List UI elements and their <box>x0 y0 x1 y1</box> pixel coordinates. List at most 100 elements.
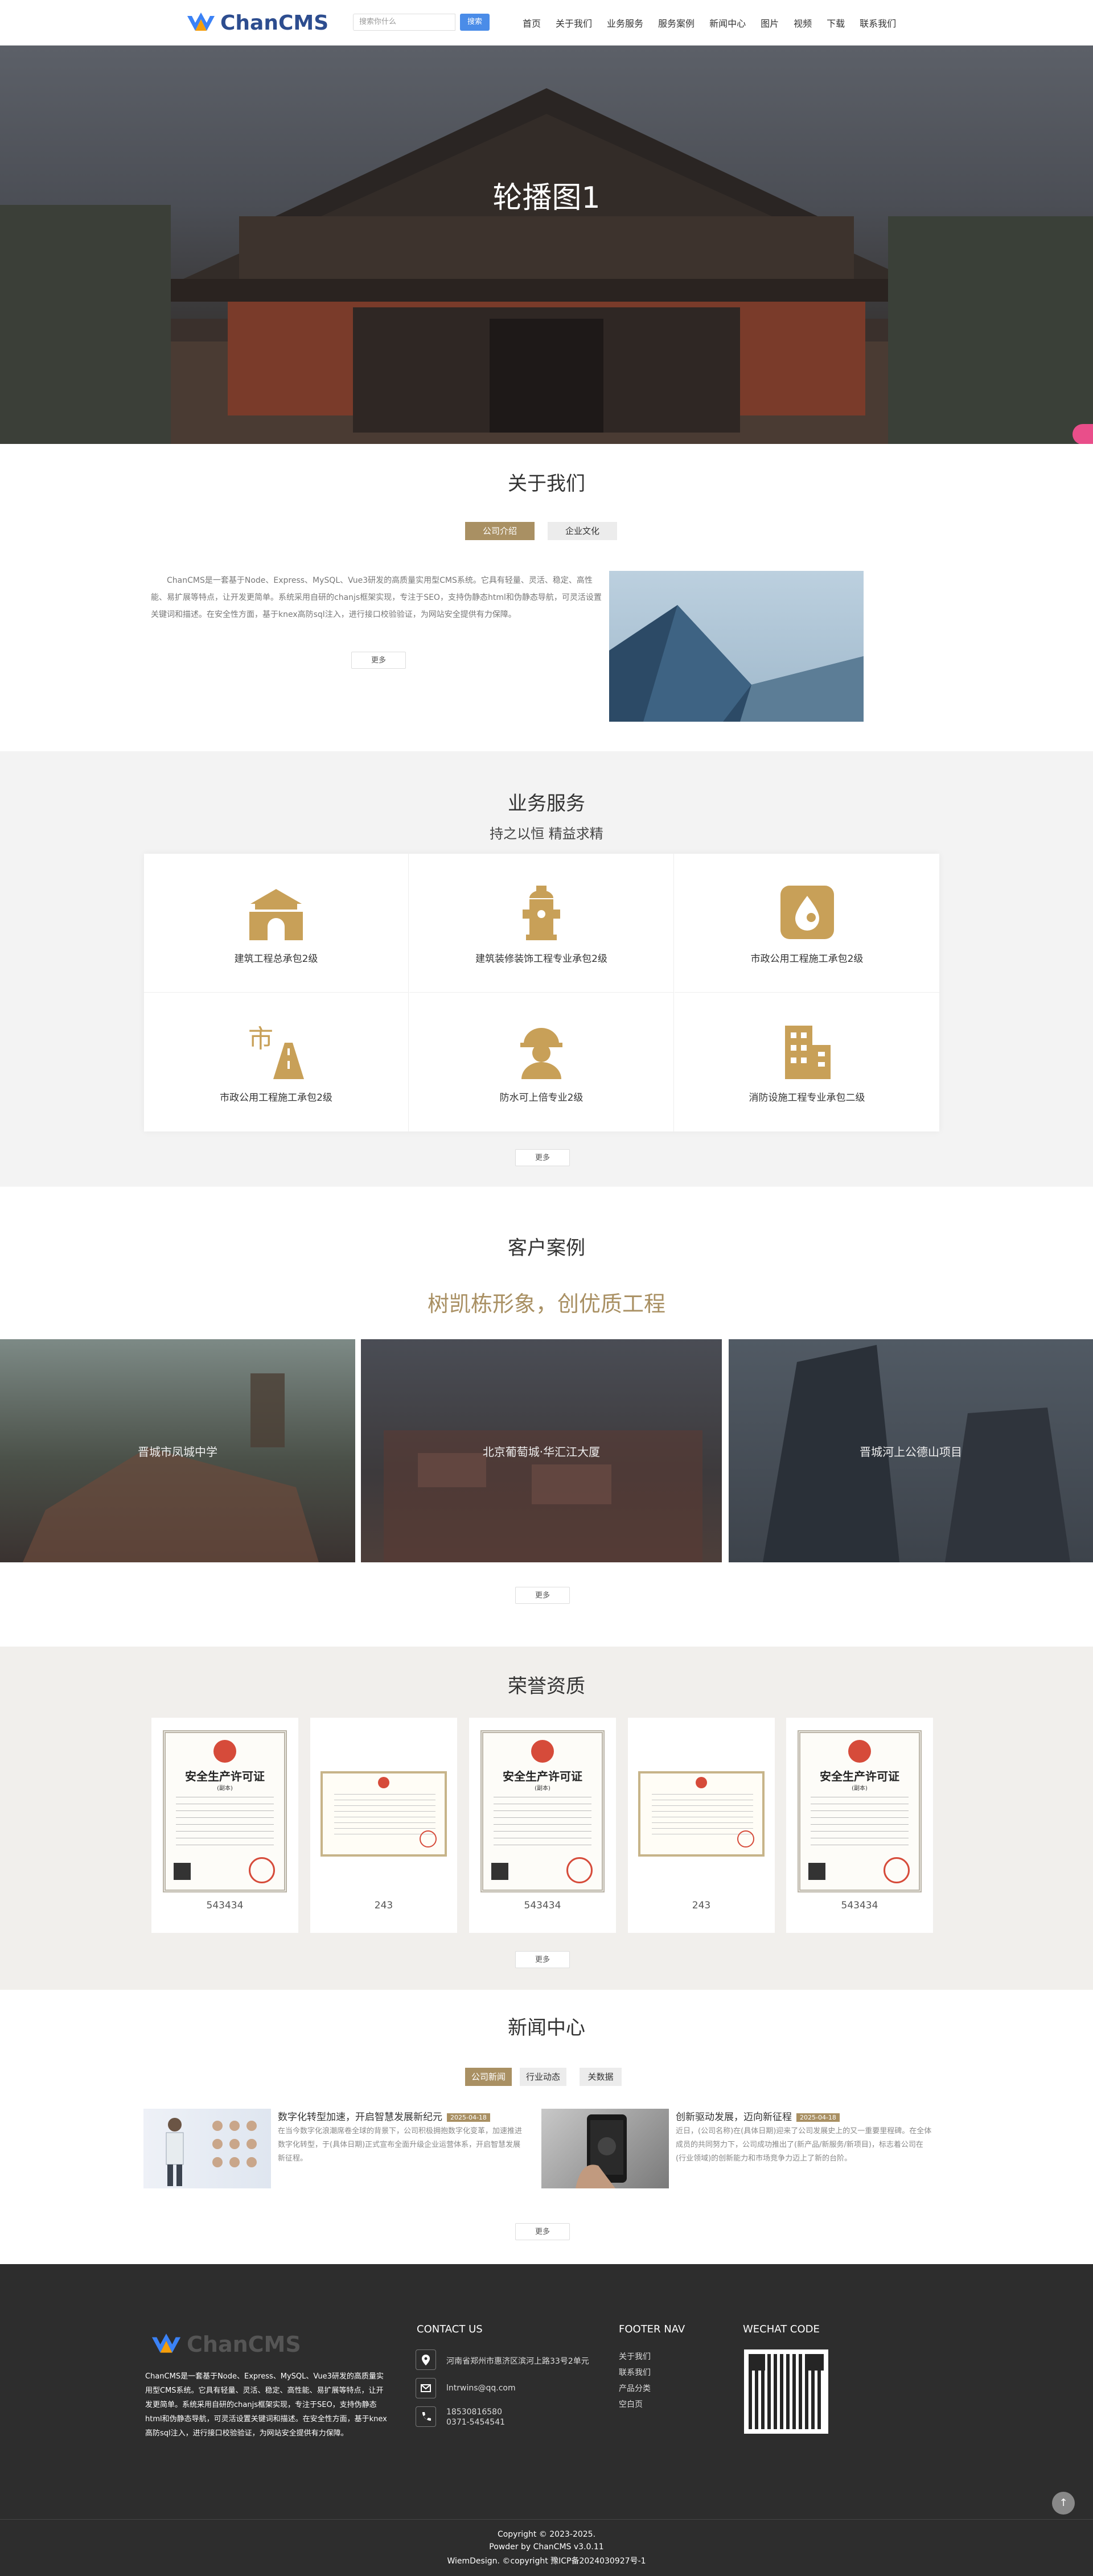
news-headline-text: 创新驱动发展，迈向新征程 <box>676 2112 792 2123</box>
service-card[interactable]: 防水可上倍专业2级 <box>409 993 674 1131</box>
nav-item-news[interactable]: 新闻中心 <box>709 16 746 30</box>
certificate-lines <box>652 1794 753 1840</box>
certificate-label: 543434 <box>841 1900 878 1911</box>
service-card[interactable]: 建筑工程总承包2级 <box>144 854 409 993</box>
news-more-button[interactable]: 更多 <box>515 2223 570 2240</box>
case-label: 晋城河上公德山项目 <box>860 1445 962 1459</box>
news-headline[interactable]: 数字化转型加速，开启智慧发展新纪元 2025-04-18 <box>278 2109 490 2123</box>
service-card[interactable]: 市政公用工程施工承包2级 <box>675 854 939 993</box>
certificate-label: 243 <box>374 1900 393 1911</box>
nav-item-images[interactable]: 图片 <box>761 16 779 30</box>
search-button[interactable]: 搜索 <box>460 14 490 31</box>
service-card[interactable]: 消防设施工程专业承包二级 <box>675 993 939 1131</box>
certificate-card[interactable]: 243 <box>628 1718 775 1933</box>
nav-item-home[interactable]: 首页 <box>523 16 541 30</box>
carousel-indicator-icon[interactable] <box>1073 424 1093 444</box>
case-label: 晋城市凤城中学 <box>138 1445 217 1459</box>
road-icon: 市 <box>248 1024 304 1079</box>
case-card[interactable]: 晋城市凤城中学 <box>0 1339 355 1562</box>
cases-more-button[interactable]: 更多 <box>515 1587 570 1604</box>
certificate-label: 543434 <box>206 1900 244 1911</box>
certificate-image <box>320 1771 447 1857</box>
footer-nav-blank[interactable]: 空白页 <box>619 2398 643 2410</box>
footer-logo[interactable]: ChanCMS <box>149 2331 301 2357</box>
nav-item-downloads[interactable]: 下载 <box>827 16 845 30</box>
certificate-lines <box>811 1797 909 1848</box>
tab-company-news[interactable]: 公司新闻 <box>465 2068 512 2086</box>
search-input[interactable]: 搜索你什么 <box>353 14 455 31</box>
site-footer: ChanCMS ChanCMS是一套基于Node、Express、MySQL、V… <box>0 2264 1093 2576</box>
news-summary: 近日，(公司名称)在(具体日期)迎来了公司发展史上的又一重要里程碑。在全体成员的… <box>676 2127 932 2163</box>
service-label: 防水可上倍专业2级 <box>499 1092 584 1104</box>
certificate-card[interactable]: 安全生产许可证 (副本) 543434 <box>786 1718 933 1933</box>
nav-item-contact[interactable]: 联系我们 <box>860 16 896 30</box>
honors-title: 荣誉资质 <box>508 1675 585 1698</box>
services-more-button[interactable]: 更多 <box>515 1149 570 1166</box>
footer-nav-about[interactable]: 关于我们 <box>619 2351 651 2362</box>
news-headline-text: 数字化转型加速，开启智慧发展新纪元 <box>278 2112 442 2123</box>
temple-photo <box>0 88 1093 444</box>
certificate-card[interactable]: 安全生产许可证 (副本) 543434 <box>151 1718 298 1933</box>
cases-title: 客户案例 <box>508 1237 585 1260</box>
tab-company-intro[interactable]: 公司介绍 <box>465 522 535 540</box>
carousel-slide-title: 轮播图1 <box>492 181 601 215</box>
certificate-card[interactable]: 243 <box>310 1718 457 1933</box>
about-building-image <box>609 571 864 722</box>
certificate-heading: 安全生产许可证 <box>185 1770 265 1783</box>
case-label: 北京葡萄城·华汇江大厦 <box>482 1445 601 1459</box>
footer-phone-1: 18530816580 <box>446 2408 502 2417</box>
footer-nav-contact[interactable]: 联系我们 <box>619 2367 651 2378</box>
news-item[interactable]: 创新驱动发展，迈向新征程 2025-04-18 近日，(公司名称)在(具体日期)迎… <box>541 2109 940 2188</box>
logo-icon <box>187 13 215 31</box>
footer-address: 河南省郑州市惠济区滨河上路33号2单元 <box>446 2357 589 2366</box>
tab-data-news[interactable]: 关数据 <box>580 2068 622 2086</box>
emblem-icon <box>213 1740 236 1763</box>
news-headline[interactable]: 创新驱动发展，迈向新征程 2025-04-18 <box>676 2109 840 2123</box>
certificate-card[interactable]: 安全生产许可证 (副本) 543434 <box>469 1718 616 1933</box>
buildings-icon <box>784 1026 831 1079</box>
honors-more-button[interactable]: 更多 <box>515 1951 570 1968</box>
footer-email[interactable]: lntrwins@qq.com <box>446 2384 516 2393</box>
service-label: 消防设施工程专业承包二级 <box>749 1092 865 1104</box>
case-card[interactable]: 晋城河上公德山项目 <box>729 1339 1093 1562</box>
cases-slogan: 树凯栋形象，创优质工程 <box>427 1291 665 1316</box>
nav-item-about[interactable]: 关于我们 <box>556 16 592 30</box>
certificate-lines <box>494 1797 591 1848</box>
certificate-label: 243 <box>692 1900 711 1911</box>
footer-contact-title: CONTACT US <box>417 2323 483 2335</box>
service-card[interactable]: 市 市政公用工程施工承包2级 <box>144 993 409 1131</box>
back-to-top-icon[interactable]: ↑ <box>1052 2492 1075 2515</box>
hydrant-icon <box>523 886 560 940</box>
service-label: 市政公用工程施工承包2级 <box>750 953 864 965</box>
certificate-image: 安全生产许可证 (副本) <box>798 1730 922 1892</box>
svg-text:市: 市 <box>248 1024 273 1054</box>
service-label: 建筑工程总承包2级 <box>234 953 318 965</box>
site-logo[interactable]: ChanCMS <box>185 9 328 36</box>
search-placeholder: 搜索你什么 <box>359 18 397 26</box>
case-card[interactable]: 北京葡萄城·华汇江大厦 <box>361 1339 722 1562</box>
certificate-sub: (副本) <box>535 1785 550 1792</box>
about-text: ChanCMS是一套基于Node、Express、MySQL、Vue3研发的高质… <box>151 576 602 619</box>
service-card[interactable]: 建筑装修装饰工程专业承包2级 <box>409 854 674 993</box>
nav-item-videos[interactable]: 视频 <box>794 16 812 30</box>
certificate-lines <box>176 1797 274 1848</box>
footer-divider <box>0 2519 1093 2520</box>
tab-company-culture[interactable]: 企业文化 <box>548 522 617 540</box>
news-item[interactable]: 数字化转型加速，开启智慧发展新纪元 2025-04-18 在当今数字化浪潮席卷全球… <box>143 2109 525 2188</box>
wechat-qr-code <box>744 2349 828 2434</box>
service-label: 市政公用工程施工承包2级 <box>220 1092 332 1104</box>
footer-nav-products[interactable]: 产品分类 <box>619 2382 651 2394</box>
copyright-line-3[interactable]: WiemDesign. ©copyright 豫ICP备2024030927号-… <box>0 2555 1093 2566</box>
site-header: ChanCMS 搜索你什么 搜索 首页 关于我们 业务服务 服务案例 新闻中心 … <box>0 0 1093 46</box>
tab-industry-news[interactable]: 行业动态 <box>520 2068 566 2086</box>
emblem-icon <box>531 1740 554 1763</box>
hero-carousel[interactable]: 轮播图1 <box>0 46 1093 444</box>
news-summary: 在当今数字化浪潮席卷全球的背景下，公司积极拥抱数字化变革，加速推进数字化转型，于… <box>278 2127 523 2163</box>
worker-icon <box>520 1028 562 1079</box>
nav-item-services[interactable]: 业务服务 <box>607 16 643 30</box>
avatar-person-photo <box>166 2118 257 2186</box>
about-more-button[interactable]: 更多 <box>351 652 406 669</box>
qr-icon <box>491 1863 508 1880</box>
seal-icon <box>566 1857 593 1883</box>
nav-item-cases[interactable]: 服务案例 <box>658 16 695 30</box>
